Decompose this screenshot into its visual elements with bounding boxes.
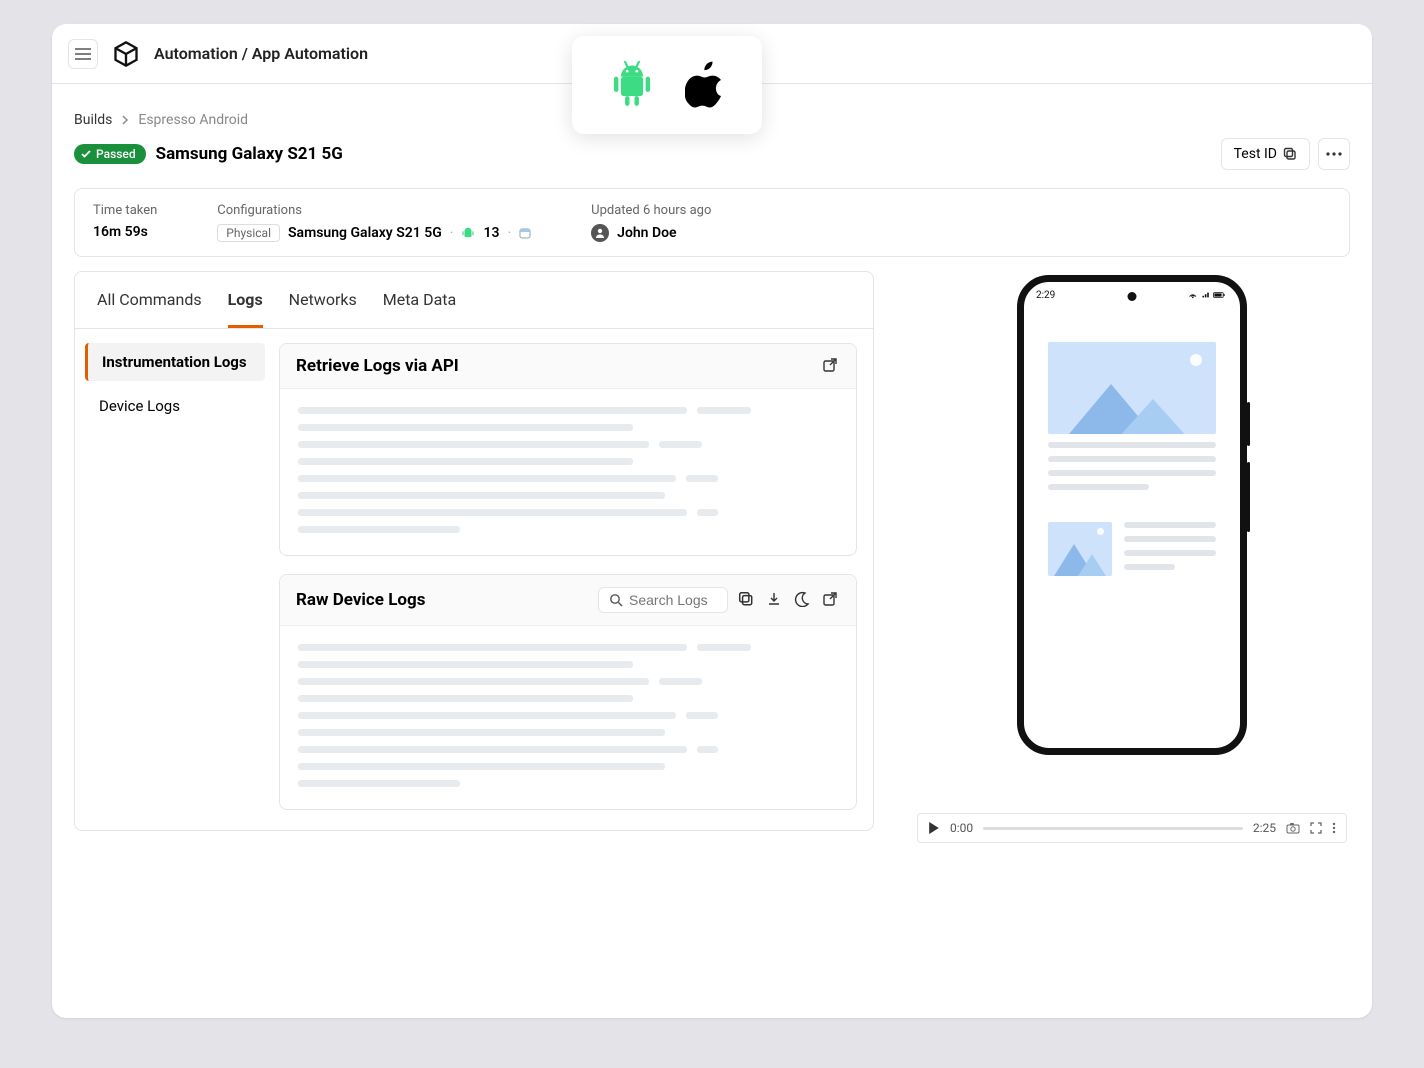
external-link-icon [822,357,838,373]
run-info-strip: Time taken 16m 59s Configurations Physic… [74,188,1350,257]
breadcrumb-leaf: Espresso Android [138,112,248,128]
raw-device-logs-panel: Raw Device Logs [279,574,857,810]
app-mini-icon [519,226,531,240]
time-taken-value: 16m 59s [93,224,157,240]
user-avatar [591,224,609,242]
play-icon[interactable] [928,822,940,834]
dots-horizontal-icon [1326,152,1342,156]
check-icon [80,148,92,160]
copy-logs-button[interactable] [738,591,756,609]
config-os-version: 13 [483,225,499,241]
api-logs-placeholder [280,389,856,555]
breadcrumb-root[interactable]: Builds [74,112,112,128]
raw-logs-placeholder [280,626,856,809]
logs-sidebar: Instrumentation Logs Device Logs [75,329,275,830]
device-preview: 2:29 [1017,275,1247,755]
configurations-label: Configurations [217,203,531,218]
search-logs-input[interactable] [598,587,728,613]
platform-selector-card [572,36,762,134]
phone-clock: 2:29 [1036,290,1055,301]
more-actions-button[interactable] [1318,138,1350,170]
config-tag-physical: Physical [217,224,280,242]
phone-thumb-image [1048,522,1112,576]
phone-status-icons [1188,290,1228,301]
retrieve-logs-api-title: Retrieve Logs via API [296,356,459,376]
sidebar-item-instrumentation-logs[interactable]: Instrumentation Logs [85,343,265,381]
time-taken-label: Time taken [93,203,157,218]
search-logs-field[interactable] [629,592,717,608]
config-device-name: Samsung Galaxy S21 5G [288,225,442,241]
apple-icon[interactable] [685,61,725,109]
external-link-icon [822,591,838,607]
tab-logs[interactable]: Logs [228,272,263,328]
fullscreen-icon[interactable] [1310,822,1322,834]
open-logs-external-button[interactable] [822,591,840,609]
product-logo-icon [112,40,140,68]
tab-networks[interactable]: Networks [289,272,357,328]
session-detail-card: All Commands Logs Networks Meta Data Ins… [74,271,874,831]
search-icon [609,593,623,607]
hamburger-icon [75,48,91,60]
tab-all-commands[interactable]: All Commands [97,272,202,328]
updated-label: Updated 6 hours ago [591,203,711,218]
moon-icon [794,591,810,607]
menu-toggle-button[interactable] [68,39,98,69]
player-seek-track[interactable] [983,827,1243,830]
test-id-button[interactable]: Test ID [1221,138,1310,170]
raw-device-logs-title: Raw Device Logs [296,590,425,610]
android-icon[interactable] [609,60,655,110]
player-more-icon[interactable] [1332,822,1336,834]
page-title: Samsung Galaxy S21 5G [156,144,343,164]
player-total-time: 2:25 [1253,821,1276,835]
status-badge: Passed [74,144,146,164]
chevron-right-icon [120,115,130,125]
download-icon [766,591,782,607]
download-logs-button[interactable] [766,591,784,609]
session-video-player[interactable]: 0:00 2:25 [917,813,1347,843]
dark-mode-button[interactable] [794,591,812,609]
test-id-button-label: Test ID [1234,146,1277,162]
copy-icon [1283,147,1297,161]
tab-meta-data[interactable]: Meta Data [383,272,457,328]
player-current-time: 0:00 [950,821,973,835]
android-mini-icon [461,226,475,240]
app-shell: Automation / App Automation [52,24,1372,1018]
copy-icon [738,591,754,607]
phone-hero-image [1048,342,1216,434]
open-external-button[interactable] [822,357,840,375]
retrieve-logs-api-panel: Retrieve Logs via API [279,343,857,556]
header-title: Automation / App Automation [154,44,368,63]
sidebar-item-device-logs[interactable]: Device Logs [85,387,265,425]
status-badge-label: Passed [96,147,136,161]
updated-user-name: John Doe [617,225,676,241]
camera-icon[interactable] [1286,822,1300,834]
detail-tabs: All Commands Logs Networks Meta Data [75,272,873,329]
